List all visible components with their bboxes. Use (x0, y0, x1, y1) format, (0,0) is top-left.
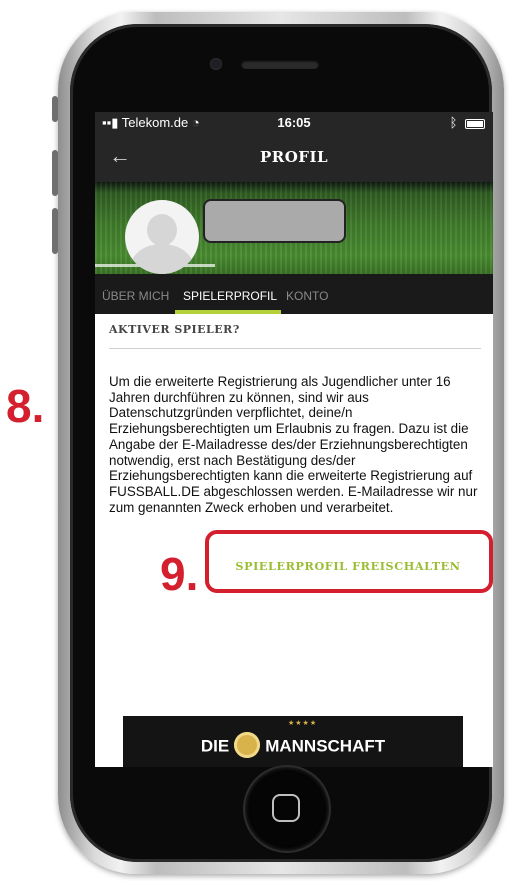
annotation-highlight-box (205, 530, 493, 593)
app-header: ← PROFIL (95, 134, 493, 182)
ad-text-left: DIE (200, 736, 230, 756)
page-title: PROFIL (259, 148, 329, 166)
dfb-eagle-icon (234, 732, 261, 758)
volume-up-button (52, 150, 58, 196)
ad-banner[interactable]: ★★★★ DIE MANNSCHAFT (123, 716, 463, 767)
status-bar: ▪▪▮ Telekom.de ◔ 16:05 ᛒ (95, 112, 493, 134)
avatar-head-icon (147, 214, 177, 246)
section-divider (109, 348, 481, 349)
phone-screen: ▪▪▮ Telekom.de ◔ 16:05 ᛒ ← PROFIL ÜBER M… (95, 112, 493, 767)
profile-tabs: ÜBER MICH SPIELERPROFIL KONTO (95, 274, 493, 314)
ad-text-right: MANNSCHAFT (265, 736, 386, 756)
battery-icon (465, 118, 485, 129)
tab-ueber-mich[interactable]: ÜBER MICH (102, 289, 169, 303)
mute-switch (52, 96, 58, 122)
active-tab-indicator (175, 310, 281, 314)
ad-stars: ★★★★ (288, 720, 318, 727)
bluetooth-icon: ᛒ (449, 115, 458, 130)
avatar-body-icon (131, 244, 193, 274)
annotation-step-8: 8. (6, 380, 45, 432)
tab-spielerprofil[interactable]: SPIELERPROFIL (183, 289, 277, 303)
home-button[interactable] (245, 767, 329, 851)
earpiece-speaker (241, 60, 319, 69)
status-time: 16:05 (277, 115, 311, 130)
avatar[interactable] (125, 200, 199, 274)
front-camera (210, 58, 222, 70)
home-square-icon (272, 794, 300, 822)
annotation-step-9: 9. (160, 548, 199, 600)
consent-info-text: Um die erweiterte Registrierung als Juge… (109, 374, 478, 515)
section-title: AKTIVER SPIELER? (109, 323, 240, 336)
redacted-name-box (203, 199, 346, 243)
tab-konto[interactable]: KONTO (286, 289, 328, 303)
volume-down-button (52, 208, 58, 254)
